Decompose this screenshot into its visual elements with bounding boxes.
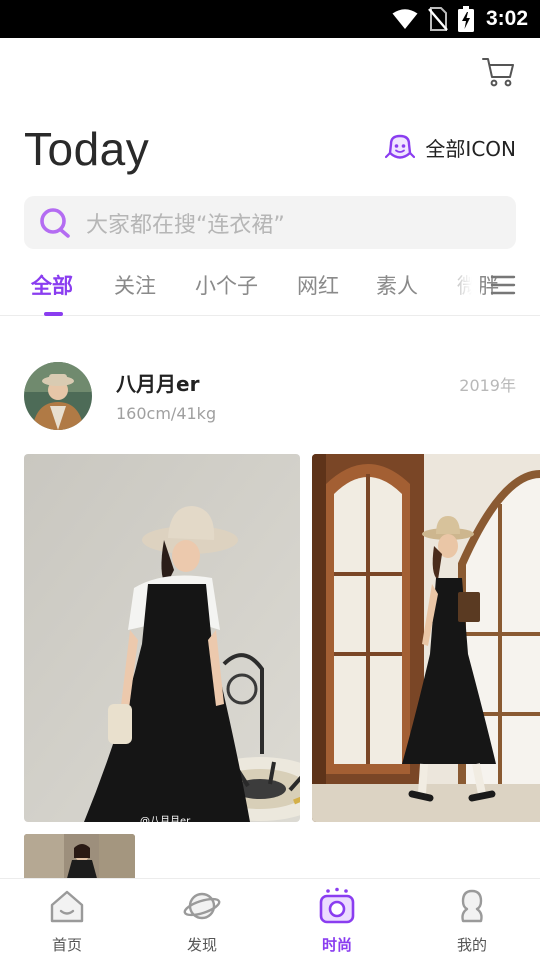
camera-icon — [319, 887, 355, 924]
status-bar: 3:02 — [0, 0, 540, 38]
wifi-icon — [392, 9, 418, 29]
photo-thumbnail — [24, 834, 135, 882]
nav-fashion[interactable]: 时尚 — [287, 879, 387, 960]
tab-fade — [440, 258, 480, 314]
photo-watermark: @八月月er — [140, 816, 191, 827]
menu-icon[interactable] — [490, 272, 516, 298]
bottom-nav: 首页 发现 时尚 我的 — [0, 878, 540, 960]
mascot-face-icon — [385, 134, 416, 159]
category-tabs: 全部 关注 小个子 网红 素人 微胖 — [0, 258, 540, 316]
shopping-cart-icon[interactable] — [482, 56, 516, 88]
all-icon-label: 全部ICON — [425, 137, 516, 161]
no-sim-icon — [428, 7, 448, 31]
status-time: 3:02 — [485, 7, 528, 30]
tab-amateur[interactable]: 素人 — [376, 270, 418, 300]
user-stats: 160cm/41kg — [116, 404, 217, 423]
active-tab-indicator — [44, 312, 63, 316]
search-icon — [40, 207, 70, 238]
tab-influencer[interactable]: 网红 — [297, 270, 339, 300]
avatar[interactable] — [24, 362, 92, 430]
tab-follow[interactable]: 关注 — [114, 270, 156, 300]
nav-mine[interactable]: 我的 — [422, 879, 522, 960]
home-icon — [50, 890, 84, 923]
photo-woman-black-dress-door — [312, 454, 540, 822]
page-title: Today — [24, 123, 150, 175]
nav-mine-label: 我的 — [456, 936, 487, 954]
search-placeholder: 大家都在搜“连衣裙” — [86, 212, 285, 238]
nav-home-label: 首页 — [51, 936, 82, 954]
profile-icon — [461, 889, 483, 923]
all-icon-button[interactable]: 全部ICON — [385, 133, 516, 162]
nav-discover[interactable]: 发现 — [152, 879, 252, 960]
search-input[interactable]: 大家都在搜“连衣裙” — [24, 196, 516, 249]
tab-petite[interactable]: 小个子 — [195, 270, 258, 300]
outfit-photo-3[interactable] — [24, 834, 135, 882]
user-name[interactable]: 八月月er — [116, 368, 199, 397]
battery-charging-icon — [457, 6, 474, 32]
outfit-photo-2[interactable] — [312, 454, 540, 822]
outfit-photo[interactable] — [24, 454, 300, 822]
tab-all[interactable]: 全部 — [31, 270, 73, 300]
post-year: 2019年 — [459, 376, 516, 395]
avatar-image — [24, 362, 92, 430]
photo-woman-black-dress-wall — [24, 454, 300, 822]
planet-icon — [183, 892, 221, 920]
nav-fashion-label: 时尚 — [321, 936, 352, 954]
nav-home[interactable]: 首页 — [17, 879, 117, 960]
nav-discover-label: 发现 — [186, 936, 217, 954]
status-icons: 3:02 — [392, 0, 528, 38]
